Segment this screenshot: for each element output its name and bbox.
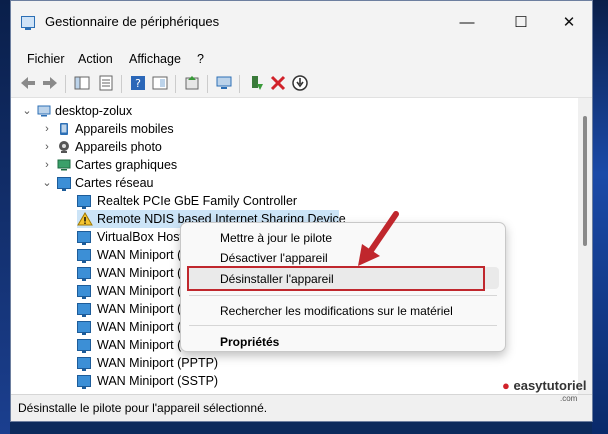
update-driver-icon[interactable]	[183, 74, 201, 92]
network-adapter-icon	[77, 375, 91, 389]
camera-icon	[59, 141, 69, 153]
category-appareils-mobiles[interactable]: › Appareils mobiles	[41, 120, 341, 138]
desktop-background-right	[592, 0, 608, 434]
network-adapter-icon	[77, 231, 91, 245]
help-icon[interactable]: ?	[129, 74, 147, 92]
network-adapter-icon	[57, 177, 71, 191]
category-cartes-graphiques[interactable]: › Cartes graphiques	[41, 156, 341, 174]
toolbar: ?	[11, 71, 592, 98]
chevron-right-icon[interactable]: ›	[41, 138, 53, 156]
device-label: WAN Miniport (	[97, 320, 182, 334]
watermark-sub: .com	[560, 394, 578, 403]
chevron-right-icon[interactable]: ›	[41, 120, 53, 138]
network-adapter-icon	[77, 357, 91, 371]
device-label: WAN Miniport (	[97, 266, 182, 280]
toolbar-separator	[175, 75, 176, 93]
device-label: WAN Miniport (PPTP)	[97, 356, 219, 370]
annotation-arrow-icon	[358, 211, 399, 266]
watermark-logo-icon: ●	[502, 378, 510, 393]
device-label: WAN Miniport (	[97, 284, 182, 298]
menu-action[interactable]: Action	[78, 52, 113, 66]
tree-root[interactable]: ⌄ desktop-zolux	[21, 102, 321, 120]
menu-separator	[189, 325, 497, 326]
window-title: Gestionnaire de périphériques	[45, 14, 220, 29]
minimize-button[interactable]: —	[445, 9, 489, 37]
computer-icon	[37, 105, 51, 117]
category-label: Cartes réseau	[75, 176, 154, 190]
category-label: Cartes graphiques	[75, 158, 178, 172]
chevron-right-icon[interactable]: ›	[41, 156, 53, 174]
device-label: WAN Miniport (	[97, 302, 182, 316]
device-row[interactable]: WAN Miniport (PPTP)	[77, 354, 477, 372]
toolbar-separator	[239, 75, 240, 93]
device-manager-icon	[21, 16, 35, 30]
maximize-button[interactable]: ☐	[499, 9, 543, 37]
properties-icon[interactable]	[97, 74, 115, 92]
device-manager-window: Gestionnaire de périphériques — ☐ ✕ Fich…	[10, 0, 593, 422]
network-adapter-icon	[77, 321, 91, 335]
vertical-scrollbar[interactable]	[578, 98, 592, 395]
mobile-device-icon	[60, 123, 68, 135]
view-icon[interactable]	[151, 74, 169, 92]
tree-root-label: desktop-zolux	[55, 104, 133, 118]
watermark-brand: easytutoriel	[513, 378, 587, 393]
network-adapter-icon	[77, 249, 91, 263]
menubar: Fichier Action Affichage ?	[11, 45, 592, 71]
category-label: Appareils photo	[75, 140, 162, 154]
menu-properties[interactable]: Propriétés	[220, 335, 279, 349]
device-label: WAN Miniport (	[97, 248, 182, 262]
chevron-down-icon[interactable]: ⌄	[41, 174, 53, 192]
menu-scan-hardware[interactable]: Rechercher les modifications sur le maté…	[220, 304, 453, 318]
menu-affichage[interactable]: Affichage	[129, 52, 181, 66]
desktop-background-left	[0, 0, 10, 434]
chevron-down-icon[interactable]: ⌄	[21, 102, 33, 120]
show-hide-tree-icon[interactable]	[73, 74, 91, 92]
scan-hardware-icon[interactable]	[215, 74, 233, 92]
svg-text:?: ?	[135, 77, 141, 90]
category-cartes-reseau[interactable]: ⌄ Cartes réseau	[41, 174, 341, 192]
titlebar: Gestionnaire de périphériques — ☐ ✕	[11, 1, 592, 45]
menu-separator	[189, 295, 497, 296]
network-adapter-icon	[77, 195, 91, 209]
category-appareils-photo[interactable]: › Appareils photo	[41, 138, 341, 156]
menu-fichier[interactable]: Fichier	[27, 52, 65, 66]
menu-update-driver[interactable]: Mettre à jour le pilote	[220, 231, 332, 245]
toolbar-separator	[121, 75, 122, 93]
toolbar-separator	[65, 75, 66, 93]
watermark: ● easytutoriel	[502, 378, 586, 393]
network-adapter-icon	[77, 267, 91, 281]
network-adapter-icon	[77, 303, 91, 317]
device-row[interactable]: Realtek PCIe GbE Family Controller	[77, 192, 477, 210]
device-label: VirtualBox Host	[97, 230, 183, 244]
context-menu: Mettre à jour le pilote Désactiver l'app…	[180, 222, 506, 352]
forward-arrow-icon[interactable]	[41, 74, 59, 92]
highlight-box	[187, 266, 485, 291]
uninstall-x-icon[interactable]	[269, 74, 287, 92]
warning-icon	[77, 212, 93, 226]
status-bar: Désinstalle le pilote pour l'appareil sé…	[11, 394, 592, 421]
enable-device-icon[interactable]	[247, 74, 265, 92]
toolbar-separator	[207, 75, 208, 93]
menu-help[interactable]: ?	[197, 52, 204, 66]
device-row[interactable]: WAN Miniport (SSTP)	[77, 372, 477, 390]
device-label: WAN Miniport (SSTP)	[97, 374, 219, 388]
scrollbar-thumb[interactable]	[583, 116, 587, 246]
menu-disable-device[interactable]: Désactiver l'appareil	[220, 251, 328, 265]
category-label: Appareils mobiles	[75, 122, 174, 136]
device-label: WAN Miniport (	[97, 338, 182, 352]
network-adapter-icon	[77, 339, 91, 353]
device-label: Realtek PCIe GbE Family Controller	[97, 194, 298, 208]
back-arrow-icon[interactable]	[19, 74, 37, 92]
disable-device-icon[interactable]	[291, 74, 309, 92]
close-button[interactable]: ✕	[547, 9, 591, 37]
network-adapter-icon	[77, 285, 91, 299]
display-adapter-icon	[57, 159, 71, 171]
